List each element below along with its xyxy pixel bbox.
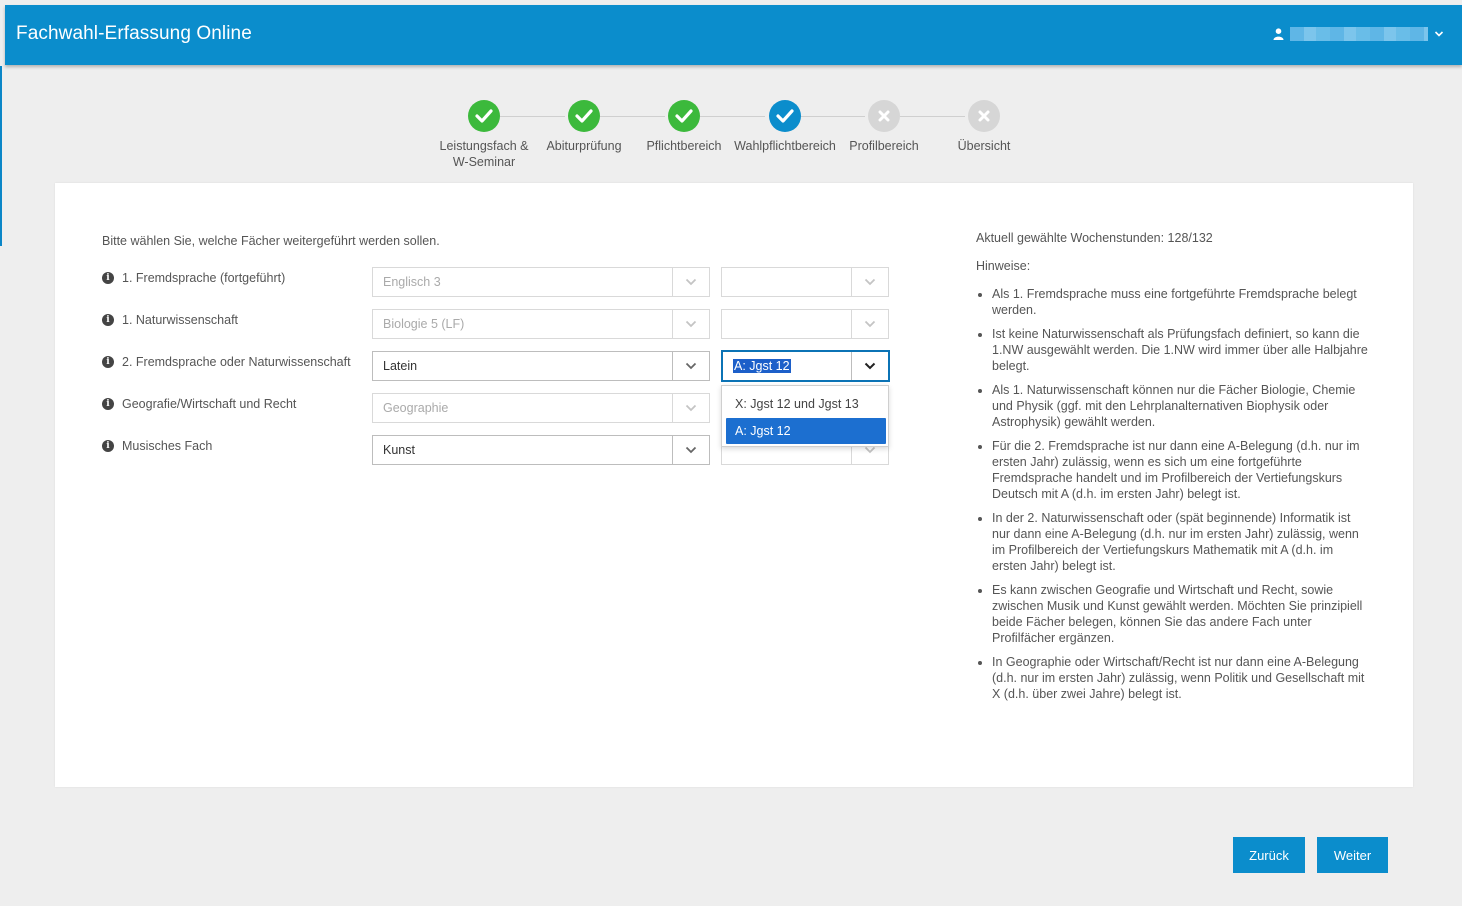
hint-item: In Geographie oder Wirtschaft/Recht ist … <box>992 654 1368 702</box>
period-select-fremdsprache2[interactable]: A: Jgst 12 <box>721 350 890 382</box>
chevron-down-icon <box>851 310 888 338</box>
step-wahlpflichtbereich[interactable]: Wahlpflichtbereich <box>729 98 841 154</box>
hint-item: Als 1. Naturwissenschaft können nur die … <box>992 382 1368 430</box>
select-value: Geographie <box>383 401 449 415</box>
subject-select-geografie[interactable]: Geographie <box>372 393 710 423</box>
select-value: A: Jgst 12 <box>733 359 791 373</box>
info-icon[interactable]: i <box>102 356 114 368</box>
row-label-fremdsprache2: i 2. Fremdsprache oder Naturwissenschaft <box>102 355 351 369</box>
form-intro: Bitte wählen Sie, welche Fächer weiterge… <box>102 234 440 248</box>
check-icon <box>468 100 500 132</box>
info-icon[interactable]: i <box>102 398 114 410</box>
hints-title: Hinweise: <box>976 259 1031 273</box>
subject-select-fremdsprache1[interactable]: Englisch 3 <box>372 267 710 297</box>
chevron-down-icon <box>672 436 709 464</box>
info-icon[interactable]: i <box>102 272 114 284</box>
chevron-down-icon <box>672 310 709 338</box>
select-value: Kunst <box>383 443 415 457</box>
row-label-fremdsprache1: i 1. Fremdsprache (fortgeführt) <box>102 271 285 285</box>
chevron-down-icon <box>672 268 709 296</box>
back-button[interactable]: Zurück <box>1233 837 1305 873</box>
user-name-redacted <box>1290 27 1428 41</box>
step-label-line2: W-Seminar <box>452 155 516 169</box>
check-icon <box>769 100 801 132</box>
hint-item: Ist keine Naturwissenschaft als Prüfungs… <box>992 326 1368 374</box>
chevron-down-icon <box>851 268 888 296</box>
app-title: Fachwahl-Erfassung Online <box>16 23 252 44</box>
hint-item: In der 2. Naturwissenschaft oder (spät b… <box>992 510 1368 574</box>
check-icon <box>568 100 600 132</box>
hint-item: Es kann zwischen Geografie und Wirtschaf… <box>992 582 1368 646</box>
row-label-geografie: i Geografie/Wirtschaft und Recht <box>102 397 296 411</box>
dropdown-option-selected[interactable]: A: Jgst 12 <box>726 418 886 444</box>
select-value: Latein <box>383 359 418 373</box>
hint-item: Für die 2. Fremdsprache ist nur dann ein… <box>992 438 1368 502</box>
row-label-text: 2. Fremdsprache oder Naturwissenschaft <box>122 355 351 369</box>
select-value: Biologie 5 (LF) <box>383 317 465 331</box>
step-pflichtbereich[interactable]: Pflichtbereich <box>629 98 739 154</box>
row-label-naturwissenschaft1: i 1. Naturwissenschaft <box>102 313 238 327</box>
progress-stepper: Leistungsfach & W-Seminar Abiturprüfung P… <box>0 98 1462 178</box>
chevron-down-icon <box>1434 31 1444 37</box>
step-label: Abiturprüfung <box>546 139 622 153</box>
subject-select-fremdsprache2[interactable]: Latein <box>372 351 710 381</box>
top-navbar: Fachwahl-Erfassung Online <box>5 5 1462 65</box>
chevron-down-icon <box>672 394 709 422</box>
chevron-down-icon <box>851 352 888 380</box>
select-value: Englisch 3 <box>383 275 441 289</box>
cross-icon <box>968 100 1000 132</box>
step-abiturpruefung[interactable]: Abiturprüfung <box>529 98 639 154</box>
step-label: Wahlpflichtbereich <box>734 139 836 153</box>
hints-column: Aktuell gewählte Wochenstunden: 128/132 … <box>976 230 1368 710</box>
step-uebersicht[interactable]: Übersicht <box>929 98 1039 154</box>
next-button[interactable]: Weiter <box>1317 837 1388 873</box>
info-icon[interactable]: i <box>102 314 114 326</box>
period-select-naturwissenschaft1[interactable] <box>721 309 889 339</box>
dropdown-option[interactable]: X: Jgst 12 und Jgst 13 <box>726 391 886 417</box>
row-label-text: 1. Fremdsprache (fortgeführt) <box>122 271 286 285</box>
subject-select-musisch[interactable]: Kunst <box>372 435 710 465</box>
period-dropdown-list: X: Jgst 12 und Jgst 13 A: Jgst 12 <box>721 385 889 447</box>
check-icon <box>668 100 700 132</box>
step-label: Leistungsfach & <box>439 139 529 153</box>
step-leistungsfach[interactable]: Leistungsfach & W-Seminar <box>429 98 539 170</box>
step-label: Profilbereich <box>849 139 919 153</box>
chevron-down-icon <box>672 352 709 380</box>
weekly-hours: Aktuell gewählte Wochenstunden: 128/132 <box>976 231 1213 245</box>
step-profilbereich[interactable]: Profilbereich <box>829 98 939 154</box>
period-select-fremdsprache1[interactable] <box>721 267 889 297</box>
row-label-text: Musisches Fach <box>122 439 213 453</box>
row-label-musisch: i Musisches Fach <box>102 439 212 453</box>
subject-select-naturwissenschaft1[interactable]: Biologie 5 (LF) <box>372 309 710 339</box>
main-panel: Bitte wählen Sie, welche Fächer weiterge… <box>55 183 1413 787</box>
hint-item: Als 1. Fremdsprache muss eine fortgeführ… <box>992 286 1368 318</box>
row-label-text: Geografie/Wirtschaft und Recht <box>122 397 297 411</box>
step-label: Übersicht <box>957 139 1011 153</box>
cross-icon <box>868 100 900 132</box>
info-icon[interactable]: i <box>102 440 114 452</box>
row-label-text: 1. Naturwissenschaft <box>122 313 239 327</box>
user-icon <box>1273 28 1284 40</box>
user-menu[interactable] <box>1273 27 1444 41</box>
step-label: Pflichtbereich <box>646 139 722 153</box>
hints-list: Als 1. Fremdsprache muss eine fortgeführ… <box>976 286 1368 702</box>
